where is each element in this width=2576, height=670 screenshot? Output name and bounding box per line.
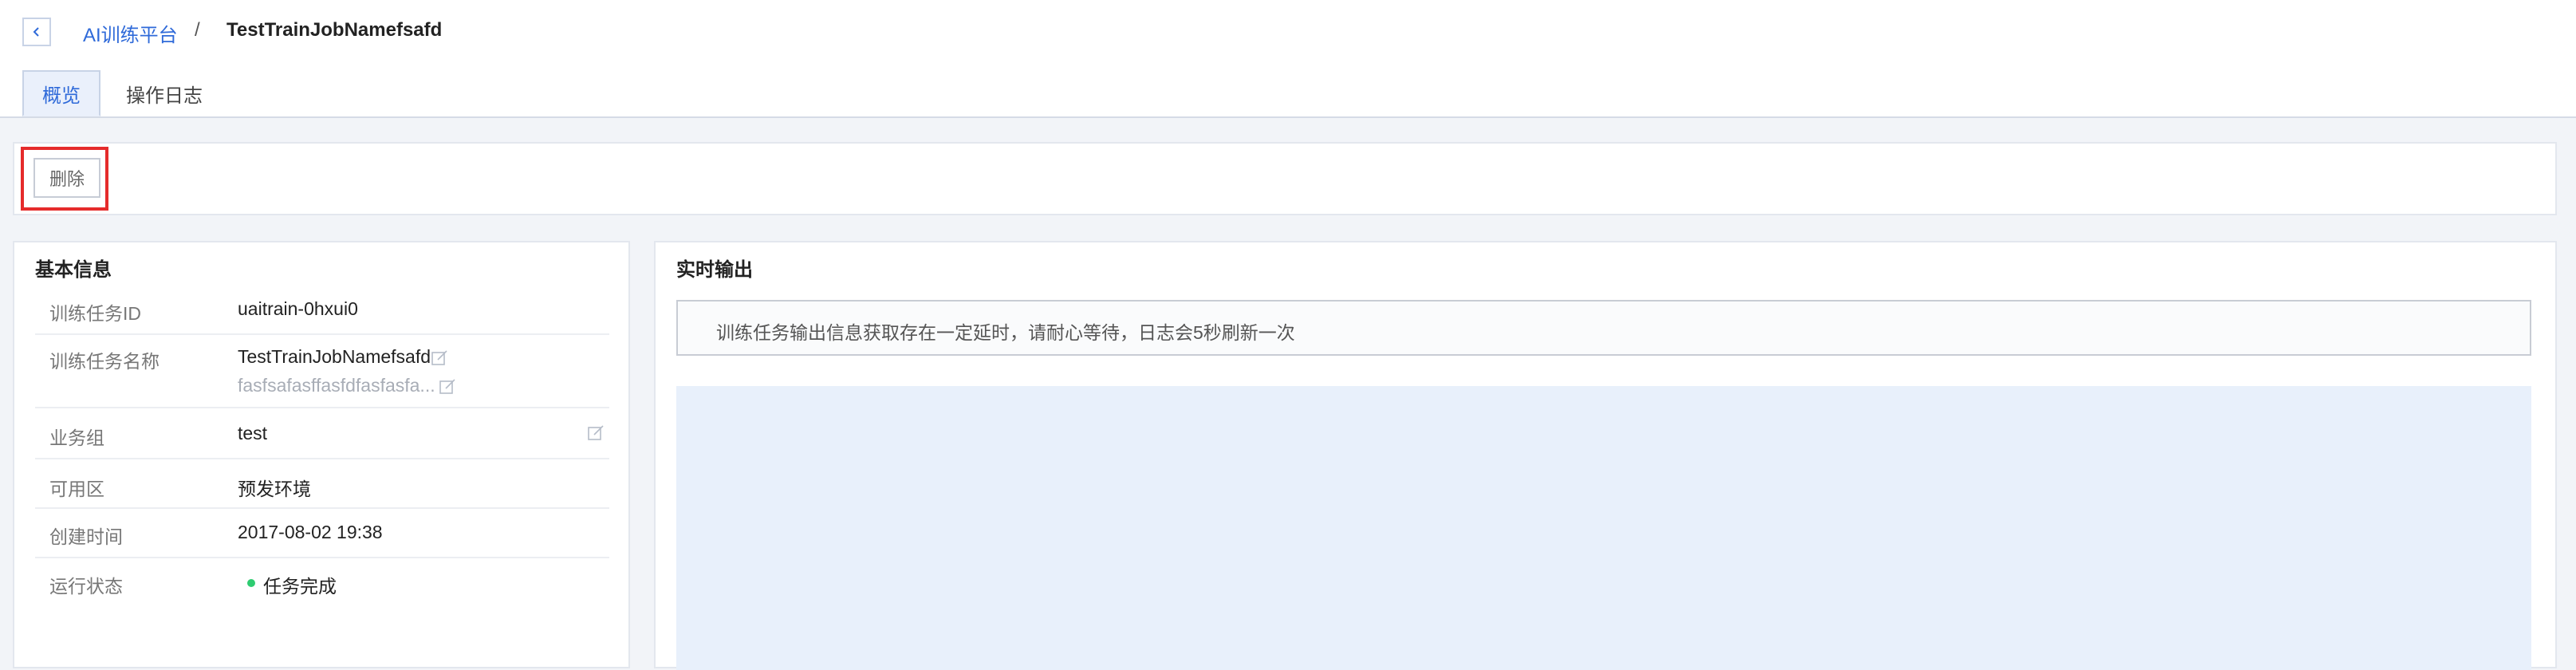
status-value: 任务完成: [263, 576, 337, 597]
edit-icon[interactable]: [587, 424, 605, 442]
realtime-output-title: 实时输出: [676, 259, 753, 281]
edit-icon[interactable]: [439, 378, 456, 396]
log-output-area[interactable]: [676, 386, 2531, 670]
job-description: fasfsafasffasfdfasfasfa...: [238, 375, 435, 396]
edit-icon[interactable]: [431, 349, 448, 367]
breadcrumb-parent-link[interactable]: AI训练平台: [83, 19, 178, 47]
info-label: 训练任务ID: [49, 303, 141, 324]
breadcrumb-separator: /: [195, 19, 200, 41]
delete-button[interactable]: 删除: [33, 158, 100, 198]
chevron-left-icon: [33, 27, 39, 37]
info-value: uaitrain-0hxui0: [238, 298, 358, 319]
info-value: 预发环境: [238, 479, 311, 499]
info-label: 业务组: [49, 428, 104, 448]
status-dot-icon: [247, 579, 255, 587]
action-toolbar: [13, 142, 2557, 215]
info-value: TestTrainJobNamefsafd: [238, 346, 431, 367]
page-title: TestTrainJobNamefsafd: [226, 19, 443, 41]
info-row-zone: 可用区 预发环境: [35, 459, 609, 509]
info-row-created-time: 创建时间 2017-08-02 19:38: [35, 509, 609, 558]
info-value: 2017-08-02 19:38: [238, 522, 383, 542]
info-label: 训练任务名称: [49, 351, 160, 372]
page-header: AI训练平台 / TestTrainJobNamefsafd 概览 操作日志: [0, 0, 2576, 118]
notice-text: 训练任务输出信息获取存在一定延时，请耐心等待，日志会5秒刷新一次: [716, 322, 1295, 343]
info-label: 可用区: [49, 479, 104, 499]
info-row-status: 运行状态 任务完成: [35, 558, 609, 605]
info-row-business-group: 业务组 test: [35, 408, 609, 459]
basic-info-panel: 基本信息 训练任务ID uaitrain-0hxui0 训练任务名称 TestT…: [13, 241, 630, 668]
tab-operation-log[interactable]: 操作日志: [118, 70, 211, 116]
info-label: 运行状态: [49, 576, 123, 597]
tab-overview[interactable]: 概览: [22, 70, 100, 116]
realtime-output-panel: 实时输出 训练任务输出信息获取存在一定延时，请耐心等待，日志会5秒刷新一次: [654, 241, 2557, 670]
info-value: test: [238, 423, 268, 443]
info-label: 创建时间: [49, 526, 123, 547]
back-button[interactable]: [22, 18, 51, 46]
info-row-job-name: 训练任务名称 TestTrainJobNamefsafd fasfsafasff…: [35, 335, 609, 408]
delay-notice: 训练任务输出信息获取存在一定延时，请耐心等待，日志会5秒刷新一次: [676, 300, 2531, 356]
info-row-job-id: 训练任务ID uaitrain-0hxui0: [35, 287, 609, 335]
basic-info-title: 基本信息: [35, 259, 112, 281]
